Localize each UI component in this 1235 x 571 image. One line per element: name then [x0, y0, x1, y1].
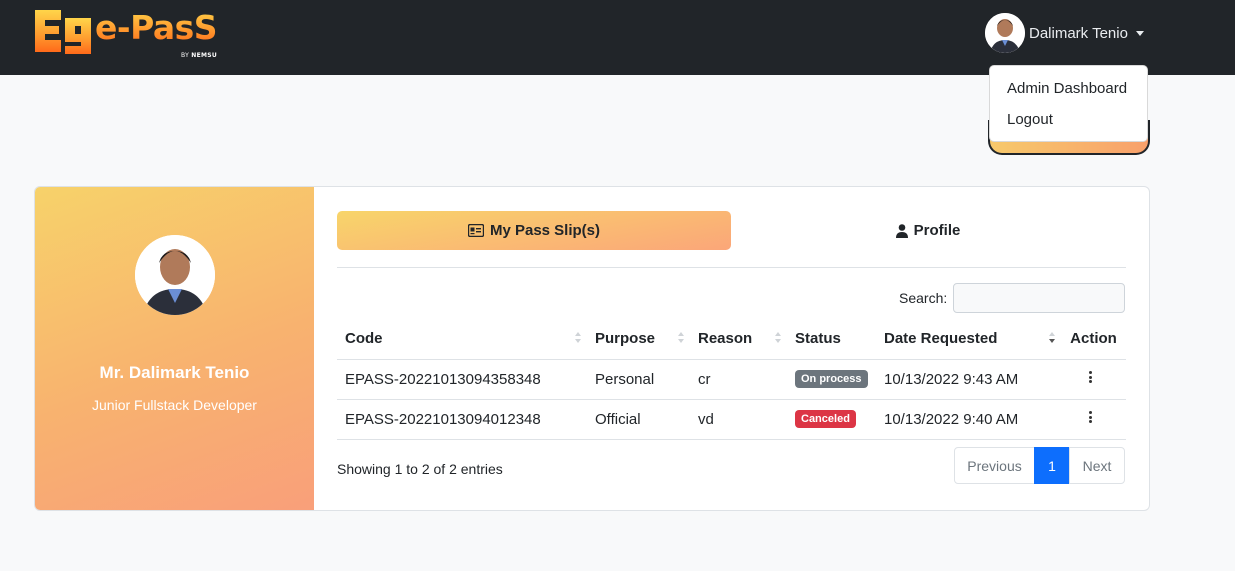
user-name: Dalimark Tenio — [1029, 24, 1128, 42]
admin-dashboard-menu-item[interactable]: Admin Dashboard — [990, 74, 1147, 105]
user-icon — [895, 223, 908, 238]
column-header-status: Status — [787, 319, 876, 360]
next-page-button[interactable]: Next — [1069, 447, 1125, 484]
tab-profile[interactable]: Profile — [731, 211, 1125, 250]
column-header-reason[interactable]: Reason — [690, 319, 787, 360]
more-options-icon[interactable] — [1089, 410, 1093, 425]
pass-slip-table: Code Purpose Reason Status Date Requeste… — [337, 319, 1126, 440]
logo-mark-icon — [35, 10, 91, 54]
logout-menu-item[interactable]: Logout — [990, 105, 1147, 136]
status-badge: Canceled — [795, 410, 856, 429]
id-card-icon — [467, 224, 484, 237]
cell-status: Canceled — [787, 399, 876, 440]
cell-status: On process — [787, 359, 876, 400]
column-header-purpose[interactable]: Purpose — [587, 319, 690, 360]
cell-date: 10/13/2022 9:40 AM — [876, 399, 1061, 440]
cell-purpose: Official — [587, 399, 690, 440]
logo-text: e-PasS — [95, 8, 218, 47]
column-header-action: Action — [1061, 319, 1126, 360]
column-header-date[interactable]: Date Requested — [876, 319, 1061, 360]
user-dropdown-menu: Admin Dashboard Logout — [989, 65, 1148, 142]
main-card: Mr. Dalimark Tenio Junior Fullstack Deve… — [34, 186, 1150, 511]
tab-label: Profile — [913, 222, 961, 239]
table-header-row: Code Purpose Reason Status Date Requeste… — [337, 319, 1126, 360]
tab-bar: My Pass Slip(s) Profile — [337, 211, 1126, 268]
table-row: EPASS-20221013094358348 Personal cr On p… — [337, 359, 1126, 400]
cell-purpose: Personal — [587, 359, 690, 400]
more-options-icon[interactable] — [1089, 370, 1093, 385]
profile-sidebar: Mr. Dalimark Tenio Junior Fullstack Deve… — [35, 187, 314, 510]
cell-code: EPASS-20221013094358348 — [337, 359, 587, 400]
column-header-code[interactable]: Code — [337, 319, 587, 360]
cell-reason: vd — [690, 399, 787, 440]
page-1-button[interactable]: 1 — [1034, 447, 1070, 484]
sort-icon — [775, 332, 781, 346]
profile-name: Mr. Dalimark Tenio — [99, 363, 250, 382]
search-input[interactable] — [953, 283, 1126, 313]
status-badge: On process — [795, 370, 868, 389]
sort-icon — [678, 332, 684, 346]
sort-desc-icon — [1049, 332, 1055, 346]
sort-icon — [575, 332, 581, 346]
cell-date: 10/13/2022 9:43 AM — [876, 359, 1061, 400]
cell-action — [1061, 359, 1126, 400]
logo-sub: BY NEMSU — [181, 52, 218, 59]
tab-my-pass-slips[interactable]: My Pass Slip(s) — [337, 211, 731, 250]
avatar — [985, 13, 1025, 53]
profile-title: Junior Fullstack Developer — [92, 397, 257, 413]
brand-logo[interactable]: e-PasS BY NEMSU — [33, 6, 218, 64]
previous-page-button[interactable]: Previous — [954, 447, 1035, 484]
cell-action — [1061, 399, 1126, 440]
user-menu-toggle[interactable]: Dalimark Tenio — [985, 13, 1144, 53]
pagination: Previous 1 Next — [954, 447, 1125, 484]
profile-avatar — [135, 235, 215, 315]
chevron-down-icon — [1135, 30, 1144, 36]
cell-reason: cr — [690, 359, 787, 400]
tab-label: My Pass Slip(s) — [489, 222, 601, 239]
table-info: Showing 1 to 2 of 2 entries — [337, 461, 503, 477]
navbar: e-PasS BY NEMSU Dalimark Tenio — [0, 0, 1235, 75]
search-label: Search: — [899, 290, 948, 306]
table-row: EPASS-20221013094012348 Official vd Canc… — [337, 399, 1126, 440]
table-search: Search: — [899, 283, 1126, 313]
cell-code: EPASS-20221013094012348 — [337, 399, 587, 440]
